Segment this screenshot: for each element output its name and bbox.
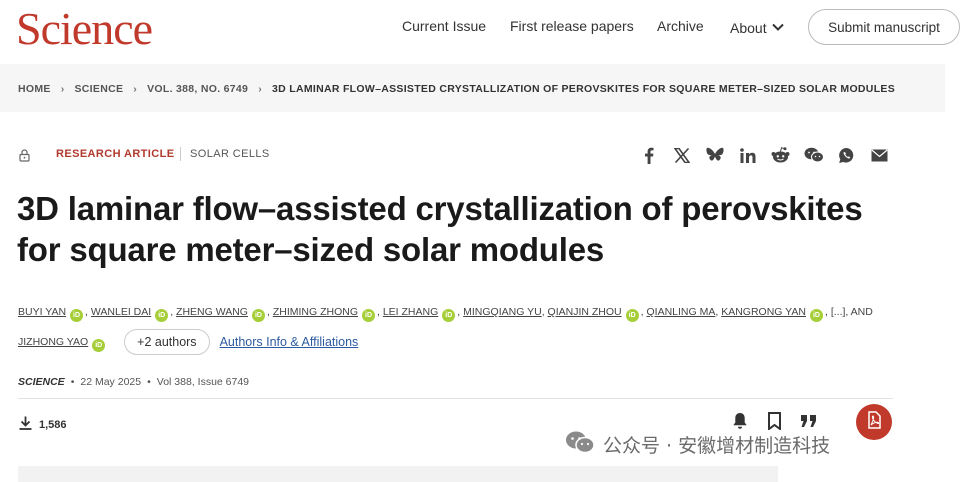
nav-current-issue[interactable]: Current Issue [402,18,486,34]
more-authors-button[interactable]: +2 authors [124,329,210,356]
orcid-icon[interactable]: iD [70,309,84,322]
author-link[interactable]: WANLEI DAI [91,306,151,318]
site-header: Science Current Issue First release pape… [0,0,960,64]
breadcrumb: HOME › SCIENCE › VOL. 388, NO. 6749 › 3D LAMIN… [18,83,895,95]
orcid-icon[interactable]: iD [251,309,265,322]
pdf-icon [865,410,883,434]
nav-first-release[interactable]: First release papers [510,18,634,34]
article-title-line-2: for square meter–sized solar modules [17,231,605,268]
article-tools [730,410,818,432]
author-link[interactable]: KANGRONG YAN [721,306,806,318]
whatsapp-icon[interactable] [830,144,863,166]
content-placeholder-bar [18,466,778,482]
bell-icon[interactable] [730,410,750,432]
x-icon[interactable] [665,144,698,166]
chevron-right-icon: › [60,83,65,95]
wechat-watermark: 公众号 · 安徽增材制造科技 [565,430,830,459]
facebook-icon[interactable] [632,144,665,166]
article-type[interactable]: RESEARCH ARTICLE [56,148,174,160]
submit-manuscript-button[interactable]: Submit manuscript [808,9,960,45]
chevron-right-icon: › [258,83,262,95]
author-link[interactable]: LEI ZHANG [383,306,438,318]
author-link[interactable]: MINGQIANG YU [463,306,542,318]
chevron-right-icon: › [133,83,138,95]
volume-issue-link[interactable]: Vol 388, Issue 6749 [157,376,249,388]
separator-dot: • [147,376,151,388]
separator-dot: • [70,376,75,388]
authors-info-link[interactable]: Authors Info & Affiliations [220,335,359,349]
orcid-icon[interactable]: iD [92,339,106,352]
linkedin-icon[interactable] [731,144,764,166]
article-title-line-1: 3D laminar flow–assisted crystallization… [17,190,863,227]
wechat-icon [565,430,595,459]
breadcrumb-home[interactable]: HOME [18,83,51,95]
breadcrumb-volume[interactable]: VOL. 388, NO. 6749 [147,83,248,95]
download-icon [19,416,32,433]
author-link[interactable]: BUYI YAN [18,306,66,318]
publication-date: 22 May 2025 [80,376,142,388]
pdf-download-button[interactable] [856,404,892,440]
orcid-icon[interactable]: iD [625,309,639,322]
download-count-value: 1,586 [39,418,67,431]
author-and: , AND [845,306,873,318]
science-logo[interactable]: Science [16,2,153,55]
nav-about-label: About [730,20,767,36]
author-link[interactable]: JIZHONG YAO [18,336,88,348]
email-icon[interactable] [863,144,896,166]
journal-name[interactable]: SCIENCE [18,376,65,388]
publication-info: SCIENCE • 22 May 2025 • Vol 388, Issue 6749 [18,376,249,388]
breadcrumb-current: 3D LAMINAR FLOW–ASSISTED CRYSTALLIZATION… [272,83,896,95]
divider [180,147,181,161]
orcid-icon[interactable]: iD [809,309,823,322]
download-count: 1,586 [19,416,67,433]
divider [18,398,893,399]
lock-icon [19,149,30,167]
quote-icon[interactable] [798,410,818,432]
share-bar [632,144,896,166]
breadcrumb-bar: HOME › SCIENCE › VOL. 388, NO. 6749 › 3D LAMIN… [0,64,945,112]
orcid-icon[interactable]: iD [155,309,169,322]
author-link[interactable]: ZHIMING ZHONG [273,306,358,318]
article-title: 3D laminar flow–assisted crystallization… [17,188,917,270]
chevron-down-icon [771,18,784,34]
breadcrumb-science[interactable]: SCIENCE [75,83,124,95]
article-subject[interactable]: SOLAR CELLS [190,148,270,160]
reddit-icon[interactable] [764,144,797,166]
wechat-icon[interactable] [797,144,830,166]
bookmark-icon[interactable] [764,410,784,432]
orcid-icon[interactable]: iD [362,309,375,322]
author-link[interactable]: QIANJIN ZHOU [548,306,622,318]
author-list: BUYI YAN iD, WANLEI DAI iD, ZHENG WANG iD, … [18,297,918,357]
nav-archive[interactable]: Archive [657,18,704,34]
author-link[interactable]: QIANLING MA [646,306,715,318]
orcid-icon[interactable]: iD [442,309,456,322]
watermark-text: 公众号 · 安徽增材制造科技 [603,435,831,457]
author-ellipsis[interactable]: [...] [831,306,846,318]
author-link[interactable]: ZHENG WANG [176,306,248,318]
bluesky-icon[interactable] [698,144,731,166]
nav-about[interactable]: About [730,18,784,36]
